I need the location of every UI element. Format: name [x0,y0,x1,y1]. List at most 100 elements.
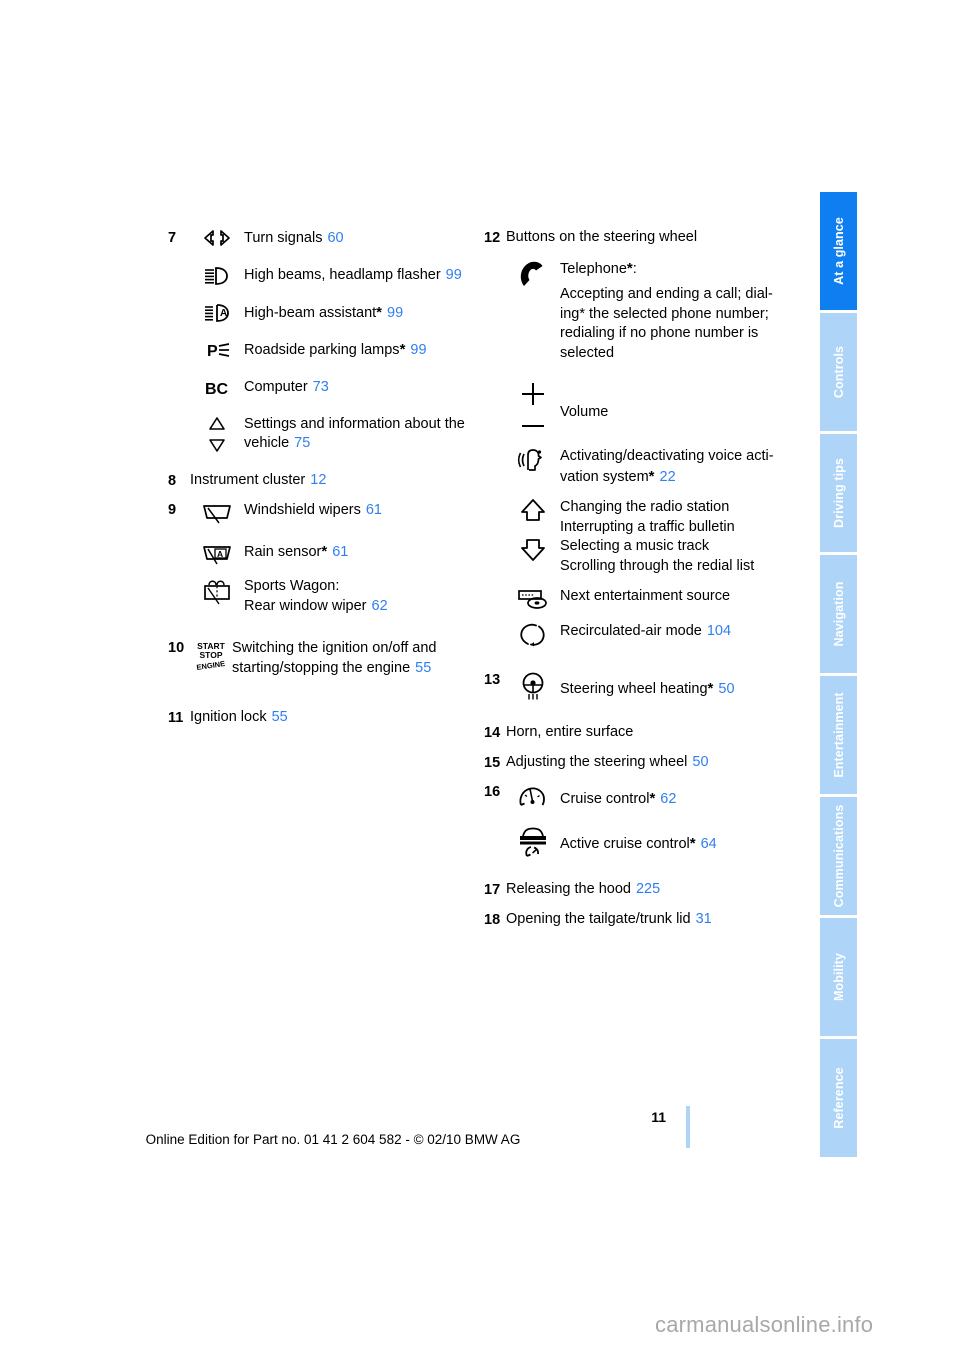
list-item: 12 Telephone*: Accepting and ending a ca… [484,258,804,364]
list-item-text: Releasing the hood 225 [506,880,804,900]
page-reference[interactable]: 75 [294,435,310,451]
list-item-label: Windshield wipers [244,502,361,518]
svg-text:ENGINE: ENGINE [196,659,226,672]
list-item: 12 Changing the radio station Interrupti… [484,497,804,576]
page-reference[interactable]: 12 [310,472,326,488]
sidebar-tab-label: Driving tips [831,458,846,528]
turn-signals-icon [190,228,244,247]
list-item-text: Windshield wipers 61 [244,500,478,521]
sidebar-tab-communications[interactable]: Communications [820,797,857,915]
left-column: 7 Turn signals60 7 [168,228,478,728]
high-beam-assistant-icon: A [190,302,244,323]
page-reference[interactable]: 64 [701,836,717,852]
rear-window-wiper-icon [190,576,244,607]
list-item-text: Telephone*: Accepting and ending a call;… [560,258,804,364]
page-reference[interactable]: 104 [707,623,731,639]
list-item-text: Opening the tailgate/trunk lid 31 [506,910,804,930]
up-down-arrows-icon [506,497,560,564]
list-item-label: Instrument cluster [190,471,306,488]
list-item-text: Horn, entire surface [506,723,804,743]
list-item-body-line2: ing* the selected phone number; [560,305,769,322]
windshield-wiper-icon [190,500,244,525]
page-reference[interactable]: 99 [410,342,426,358]
item-number: 17 [484,882,501,898]
list-item: 13 Steering wheel heating* 50 [484,670,804,701]
svg-text:STOP: STOP [200,650,223,660]
item-number: 8 [168,472,177,489]
sidebar-tab-label: Mobility [831,952,846,1002]
optional-marker: * [648,467,655,485]
list-item: 12 Volume [484,379,804,436]
page-reference[interactable]: 50 [692,754,708,770]
list-item-text: Activating/deactivating voice acti- vati… [560,446,804,487]
list-item: 16 Cruise control* 62 [484,782,804,813]
page-reference[interactable]: 61 [332,544,348,560]
list-item-body-line4: selected [560,344,615,361]
list-item: 12 Recirculated-air mode104 [484,621,804,648]
sidebar-tab-navigation[interactable]: Navigation [820,555,857,673]
entertainment-source-icon [506,586,560,611]
sidebar-tab-entertainment[interactable]: Entertainment [820,676,857,794]
list-item-text: Roadside parking lamps* 99 [244,339,478,361]
list-item-label: Computer [244,378,308,395]
page-reference[interactable]: 99 [387,305,403,321]
list-item: 14 Horn, entire surface [484,723,804,743]
edition-notice: Online Edition for Part no. 01 41 2 604 … [145,1132,521,1147]
list-item: 9 Sports Wagon: Rear window wiper62 [168,576,478,616]
volume-plus-minus-icon [506,379,560,436]
recirculated-air-icon [506,621,560,648]
item-number: 15 [484,754,501,771]
sidebar-tab-label: Controls [831,345,846,399]
list-item-text: Changing the radio station Interrupting … [560,497,804,576]
item-number: 10 [168,640,185,656]
list-item-label: Next entertainment source [560,588,731,604]
item-number: 18 [484,911,501,928]
page-reference[interactable]: 55 [415,660,431,676]
list-item-label-line1: Sports Wagon: [244,578,340,594]
list-item-label: High beams, headlamp flasher [244,266,441,283]
page-reference[interactable]: 62 [372,598,388,614]
optional-marker: * [321,543,328,560]
bc-computer-icon: BC [190,377,244,398]
list-item-label-line2: vehicle [244,435,290,451]
sidebar-tab-controls[interactable]: Controls [820,313,857,431]
page-reference[interactable]: 22 [660,469,676,485]
page-reference[interactable]: 99 [446,267,462,283]
page-number: 11 [651,1109,666,1125]
list-item-text: Next entertainment source [560,586,804,607]
list-item-body-line3: redialing if no phone number is [560,325,759,341]
sidebar-tab-at-a-glance[interactable]: At a glance [820,192,857,310]
list-item: 8 Instrument cluster 12 [168,471,478,491]
list-item-label: Rain sensor [244,544,322,560]
page-reference[interactable]: 31 [696,911,712,927]
svg-text:BC: BC [205,381,229,398]
list-item: 9 A Rain sensor*61 [168,541,478,566]
active-cruise-control-icon [506,823,560,858]
colon: : [632,260,637,277]
list-item: 10 START STOP ENGINE Switching the ignit… [168,638,478,678]
sidebar-tab-driving-tips[interactable]: Driving tips [820,434,857,552]
page-content: 7 Turn signals60 7 [0,0,820,1358]
page-reference[interactable]: 225 [636,881,660,897]
list-item-label: Turn signals [244,230,323,246]
sidebar-tab-reference[interactable]: Reference [820,1039,857,1157]
sidebar-tab-label: Entertainment [831,692,846,778]
list-item: 15 Adjusting the steering wheel 50 [484,753,804,773]
list-item: 9 Windshield wipers 61 [168,500,478,525]
page-reference[interactable]: 55 [272,709,288,725]
page-reference[interactable]: 50 [718,681,734,697]
list-item-label: Steering wheel heating [560,681,708,697]
page-reference[interactable]: 61 [366,502,382,518]
list-item-label-line1: Settings and information about the [244,415,465,432]
page-reference[interactable]: 73 [313,379,329,395]
page-reference[interactable]: 62 [660,791,676,807]
list-item: 7 P Roadside parking lamps*99 [168,339,478,361]
list-item-text: High-beam assistant* 99 [244,302,478,324]
item-number: 14 [484,725,501,741]
sidebar-tab-mobility[interactable]: Mobility [820,918,857,1036]
list-item-text: Cruise control* 62 [560,782,804,810]
list-item-label: Volume [560,404,609,420]
list-item-text: Settings and information about the vehic… [244,414,478,454]
watermark: carmanualsonline.info [655,1312,874,1337]
page-reference[interactable]: 60 [327,230,343,246]
